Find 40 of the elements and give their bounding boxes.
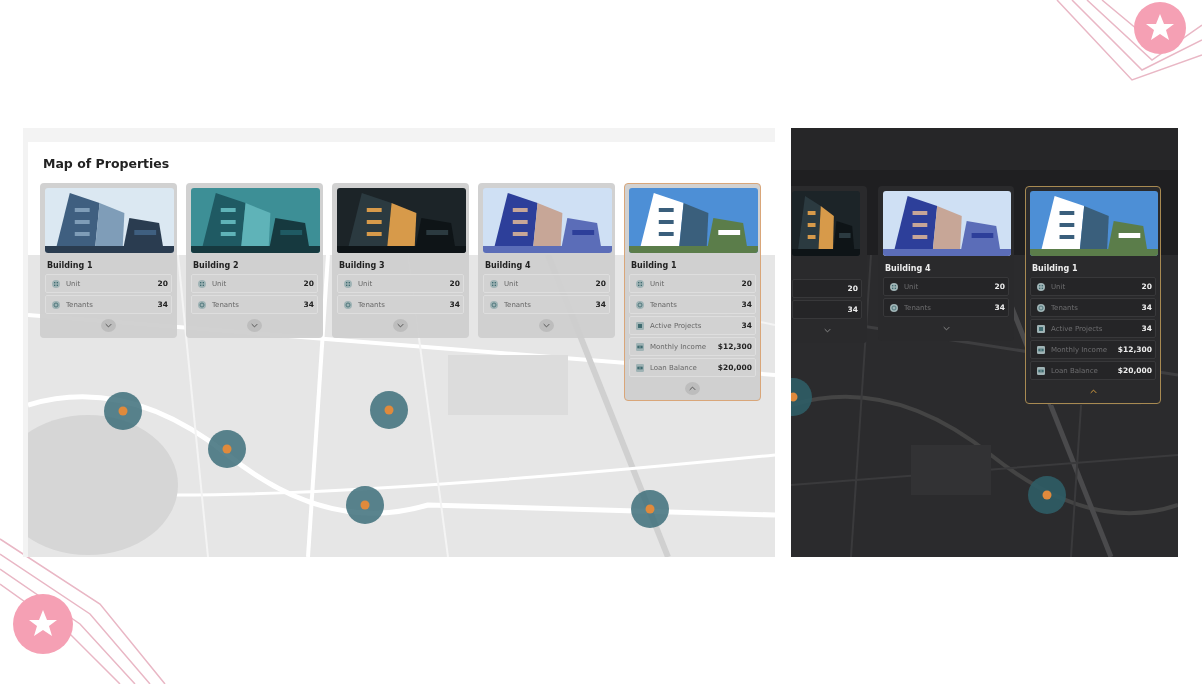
building-name: Building 2: [192, 260, 240, 272]
chart-icon: [1037, 324, 1045, 333]
map-marker[interactable]: [631, 490, 669, 528]
building-name: Building 1: [1031, 263, 1079, 275]
map-marker[interactable]: [346, 486, 384, 524]
banknote-icon: [1037, 345, 1045, 354]
map-marker[interactable]: [1028, 476, 1066, 514]
chevron-down-icon: [942, 326, 950, 331]
grid-icon: [890, 282, 898, 291]
building-name: Building 3: [338, 260, 386, 272]
collapse-button[interactable]: [685, 382, 700, 395]
grid-icon: [344, 279, 352, 288]
expand-button[interactable]: [101, 319, 116, 332]
expand-button[interactable]: [247, 319, 262, 332]
building-name: Building 4: [884, 263, 932, 275]
chevron-down-icon: [397, 323, 404, 328]
chevron-down-icon: [251, 323, 258, 328]
grid-icon: [198, 279, 206, 288]
banknote-icon: [636, 363, 644, 372]
chevron-down-icon: [543, 323, 550, 328]
building-name: Building 1: [630, 260, 678, 272]
page-title: Map of Properties: [42, 155, 171, 173]
chevron-up-icon: [689, 386, 696, 391]
grid-icon: [490, 279, 498, 288]
grid-icon: [1037, 282, 1045, 291]
expand-button[interactable]: [539, 319, 554, 332]
banknote-icon: [636, 342, 644, 351]
grid-icon: [636, 279, 644, 288]
chevron-down-icon: [823, 328, 831, 333]
banknote-icon: [1037, 366, 1045, 375]
map-marker[interactable]: [208, 430, 246, 468]
building-name: Building 4: [484, 260, 532, 272]
expand-button[interactable]: [393, 319, 408, 332]
chevron-down-icon: [105, 323, 112, 328]
chevron-up-icon: [1089, 389, 1097, 394]
grid-icon: [52, 279, 60, 288]
chart-icon: [636, 321, 644, 330]
map-marker[interactable]: [104, 392, 142, 430]
building-name: Building 1: [46, 260, 94, 272]
map-marker[interactable]: [370, 391, 408, 429]
